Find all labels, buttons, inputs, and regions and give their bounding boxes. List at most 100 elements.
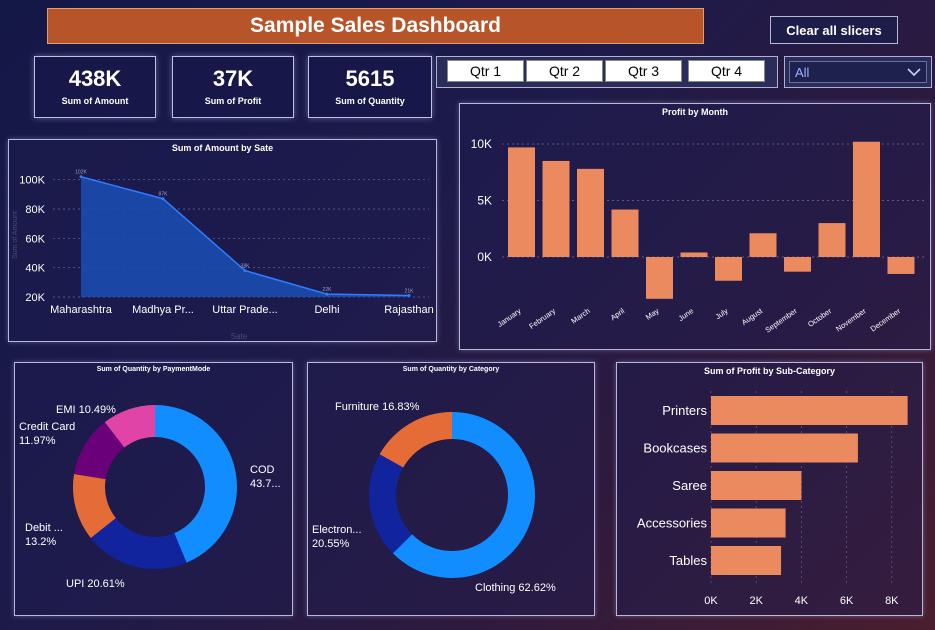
- slice-label: Furniture 16.83%: [335, 401, 420, 413]
- y-tick-label: 20K: [25, 292, 45, 304]
- profit-by-subcategory-chart: 0K 2K 4K 6K 8K Printers Bookcases Saree Accessor…: [637, 391, 908, 607]
- dashboard-title: Sample Sales Dashboard: [47, 8, 704, 44]
- x-tick-label: Rajasthan: [384, 304, 434, 316]
- slice-label: Credit Card 11.97%: [19, 421, 75, 447]
- state-filter-select[interactable]: All: [789, 61, 927, 83]
- bar: [508, 147, 535, 257]
- kpi-label: Sum of Quantity: [335, 96, 405, 106]
- data-label: 102K: [75, 170, 87, 176]
- x-tick-label: 8K: [885, 595, 899, 607]
- kpi-value: 438K: [68, 66, 122, 91]
- clear-slicers-button[interactable]: Clear all slicers: [770, 16, 898, 44]
- y-tick-label: 80K: [25, 204, 45, 216]
- data-label: 87K: [159, 192, 169, 198]
- x-tick-label: February: [527, 306, 557, 331]
- bar: [749, 233, 777, 257]
- x-tick-label: June: [677, 306, 695, 323]
- area-fill: [81, 176, 409, 297]
- x-tick-label: December: [869, 306, 903, 334]
- y-tick-label: Tables: [669, 553, 707, 568]
- y-axis-title: Sum of Amount: [12, 211, 19, 259]
- bar: [680, 252, 708, 257]
- y-tick-label: Printers: [662, 403, 707, 418]
- donut-slice: [379, 412, 452, 468]
- slice-label: EMI 10.49%: [56, 404, 116, 416]
- profit-by-month-chart: 10K 5K 0K January February March April May June J…: [471, 137, 925, 335]
- data-label: 21K: [405, 289, 415, 295]
- x-tick-label: September: [763, 306, 799, 335]
- x-tick-label: 4K: [795, 595, 809, 607]
- data-label: 38K: [241, 264, 251, 270]
- kpi-value: 37K: [212, 66, 254, 91]
- slice-label: COD 43.7...: [250, 464, 281, 490]
- data-label: 22K: [323, 287, 333, 293]
- bar: [711, 471, 802, 500]
- profit-by-subcategory-panel: Sum of Profit by Sub-Category 0K 2K 4K 6K 8K…: [616, 362, 923, 616]
- x-tick-label: August: [740, 306, 765, 327]
- qtr-3-button[interactable]: Qtr 3: [605, 60, 682, 82]
- bar: [577, 168, 604, 257]
- x-tick-label: May: [644, 306, 661, 322]
- quarter-slicer: Qtr 1 Qtr 2 Qtr 3 Qtr 4: [436, 56, 778, 88]
- x-tick-label: 2K: [749, 595, 763, 607]
- quantity-by-category-panel: Sum of Quantity by Category Clothing 62.…: [307, 362, 595, 616]
- y-tick-label: Saree: [672, 478, 707, 493]
- bar: [542, 160, 570, 257]
- bar: [887, 257, 915, 274]
- y-tick-label: Bookcases: [643, 441, 707, 456]
- bar: [646, 257, 673, 299]
- state-filter-value: All: [795, 64, 810, 80]
- profit-by-month-panel: Profit by Month 10K 5K 0K January February Ma…: [459, 103, 931, 350]
- state-filter-dropdown: All: [784, 56, 932, 88]
- bar: [711, 396, 908, 425]
- quantity-by-category-chart: Clothing 62.62% Electron... 20.55% Furnitur…: [312, 401, 556, 594]
- amount-by-state-chart: 20K 40K 60K 80K 100K 102K 87K 38K 22K 21K Maharash…: [12, 170, 434, 341]
- y-tick-label: 60K: [25, 233, 45, 245]
- slice-label: Debit ... 13.2%: [25, 522, 63, 548]
- qtr-2-button[interactable]: Qtr 2: [526, 60, 603, 82]
- kpi-value: 5615: [345, 66, 395, 91]
- y-tick-label: Accessories: [637, 516, 708, 531]
- bar: [853, 141, 880, 257]
- qtr-1-button[interactable]: Qtr 1: [447, 60, 524, 82]
- x-axis-title: Sate: [231, 332, 248, 341]
- x-tick-label: Uttar Prade...: [212, 304, 277, 316]
- bar: [784, 257, 811, 272]
- y-tick-label: 10K: [471, 137, 492, 151]
- kpi-label: Sum of Amount: [61, 96, 129, 106]
- y-tick-label: 100K: [19, 175, 45, 187]
- kpi-card-profit: 37K Sum of Profit: [172, 56, 294, 118]
- x-tick-label: July: [714, 306, 730, 321]
- y-tick-label: 5K: [477, 194, 492, 208]
- x-tick-label: November: [834, 306, 868, 334]
- bar: [611, 209, 639, 257]
- y-tick-label: 0K: [477, 250, 492, 264]
- x-tick-label: 6K: [840, 595, 854, 607]
- x-tick-label: October: [806, 306, 833, 329]
- bar: [711, 508, 786, 538]
- qtr-4-button[interactable]: Qtr 4: [688, 60, 765, 82]
- kpi-label: Sum of Profit: [204, 96, 262, 106]
- chevron-down-icon: [907, 68, 921, 77]
- bar: [715, 257, 742, 281]
- kpi-card-amount: 438K Sum of Amount: [34, 56, 156, 118]
- y-tick-label: 40K: [25, 263, 45, 275]
- bar: [711, 433, 858, 463]
- slice-label: Electron... 20.55%: [312, 524, 362, 550]
- bar: [818, 223, 846, 257]
- x-tick-label: Delhi: [314, 304, 339, 316]
- x-tick-label: April: [609, 306, 627, 322]
- x-tick-label: January: [496, 306, 523, 329]
- x-tick-label: Madhya Pr...: [132, 304, 194, 316]
- slice-label: UPI 20.61%: [66, 578, 125, 590]
- slice-label: Clothing 62.62%: [475, 582, 556, 594]
- quantity-by-payment-chart: COD 43.7... UPI 20.61% Debit ... 13.2% Credit…: [19, 404, 281, 590]
- quantity-by-payment-panel: Sum of Quantity by PaymentMode COD 43.7..…: [14, 362, 293, 616]
- amount-by-state-panel: Sum of Amount by Sate 20K 40K 60K 80K 100K 10…: [8, 139, 437, 342]
- bar: [711, 546, 782, 575]
- donut-slice: [369, 454, 413, 554]
- x-tick-label: March: [569, 306, 591, 325]
- kpi-card-quantity: 5615 Sum of Quantity: [308, 56, 432, 118]
- x-tick-label: 0K: [704, 595, 718, 607]
- x-tick-label: Maharashtra: [50, 304, 113, 316]
